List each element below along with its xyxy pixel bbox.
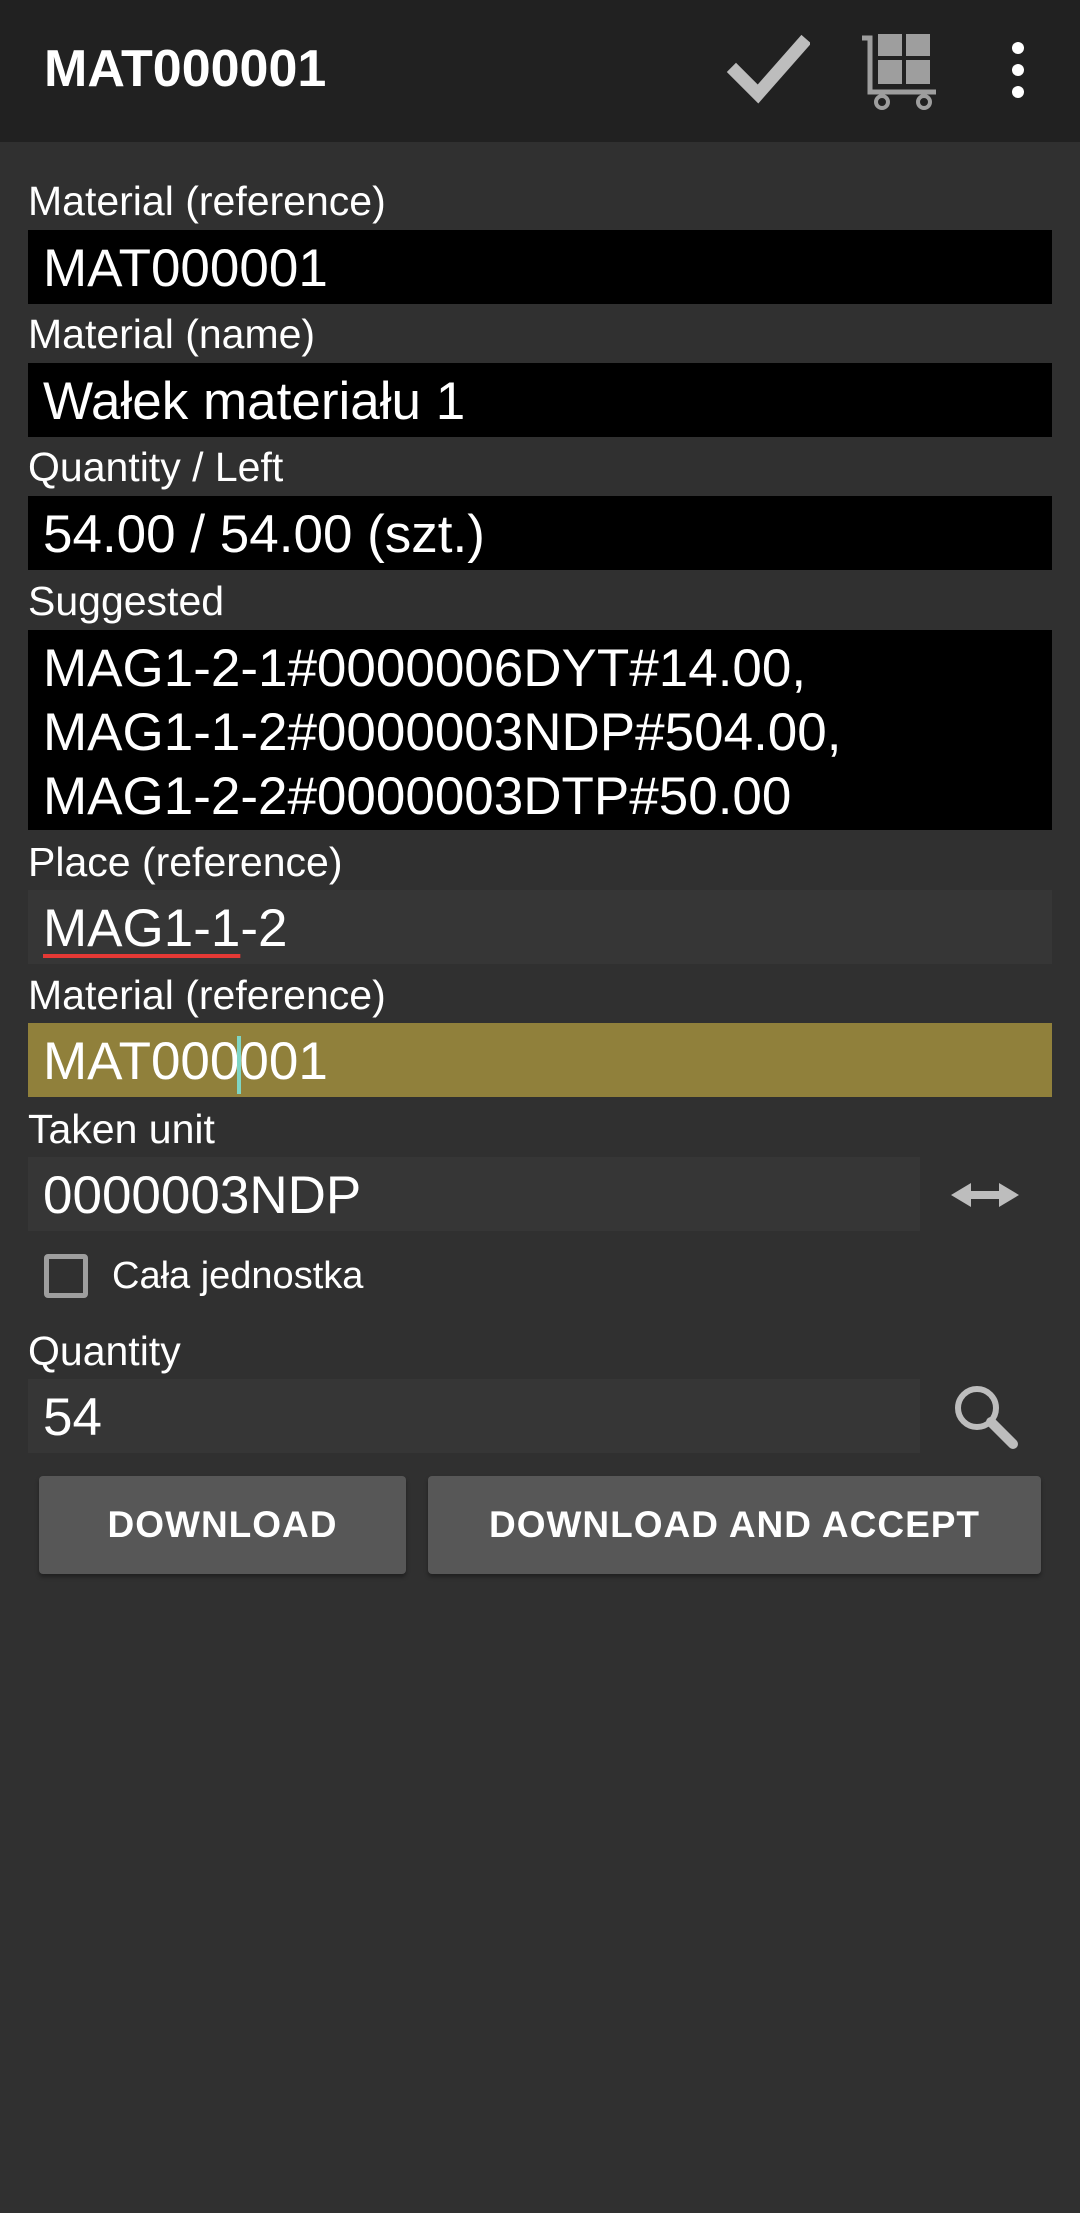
whole-unit-checkbox[interactable] xyxy=(44,1254,88,1298)
material-name-value: Wałek materiału 1 xyxy=(28,363,1052,437)
quantity-left-label: Quantity / Left xyxy=(28,444,284,490)
cart-icon xyxy=(862,34,936,110)
material-reference-input-text-after-caret: 001 xyxy=(239,1032,328,1091)
place-reference-misspelled-part: MAG1-1 xyxy=(43,899,241,958)
search-quantity-button[interactable] xyxy=(940,1374,1030,1458)
app-bar: MAT000001 xyxy=(0,0,1080,142)
whole-unit-checkbox-label: Cała jednostka xyxy=(112,1254,364,1297)
whole-unit-checkbox-row[interactable]: Cała jednostka xyxy=(44,1246,363,1306)
accept-button[interactable] xyxy=(718,20,818,120)
place-reference-input[interactable]: MAG1-1-2 xyxy=(28,890,1052,964)
page-title: MAT000001 xyxy=(44,40,327,98)
material-reference-input[interactable]: MAT000001 xyxy=(28,1023,1052,1097)
more-vert-icon xyxy=(1012,42,1024,98)
material-reference-value: MAT000001 xyxy=(28,230,1052,304)
suggested-label: Suggested xyxy=(28,578,225,624)
suggested-value: MAG1-2-1#0000006DYT#14.00, MAG1-1-2#0000… xyxy=(28,630,1052,830)
suggested-line: MAG1-2-2#0000003DTP#50.00 xyxy=(43,767,792,826)
swap-horizontal-icon xyxy=(951,1183,1019,1207)
place-reference-rest: -2 xyxy=(240,899,288,958)
suggested-line: MAG1-1-2#0000003NDP#504.00, xyxy=(43,703,842,762)
download-and-accept-button[interactable]: DOWNLOAD AND ACCEPT xyxy=(428,1476,1041,1574)
quantity-left-value: 54.00 / 54.00 (szt.) xyxy=(28,496,1052,570)
quantity-label: Quantity xyxy=(28,1328,181,1374)
taken-unit-label: Taken unit xyxy=(28,1106,215,1152)
suggested-line: MAG1-2-1#0000006DYT#14.00, xyxy=(43,639,807,698)
material-name-label: Material (name) xyxy=(28,311,316,357)
quantity-input[interactable]: 54 xyxy=(28,1379,920,1453)
material-reference-input-text-before-caret: MAT000 xyxy=(43,1032,240,1091)
cart-button[interactable] xyxy=(852,20,952,120)
taken-unit-input[interactable]: 0000003NDP xyxy=(28,1157,920,1231)
material-reference-label: Material (reference) xyxy=(28,178,386,224)
place-reference-label: Place (reference) xyxy=(28,839,343,885)
overflow-menu-button[interactable] xyxy=(968,20,1068,120)
download-button[interactable]: DOWNLOAD xyxy=(39,1476,406,1574)
swap-unit-button[interactable] xyxy=(940,1160,1030,1230)
checkmark-icon xyxy=(726,34,810,104)
search-icon xyxy=(955,1386,1018,1449)
material-reference-2-label: Material (reference) xyxy=(28,972,386,1018)
